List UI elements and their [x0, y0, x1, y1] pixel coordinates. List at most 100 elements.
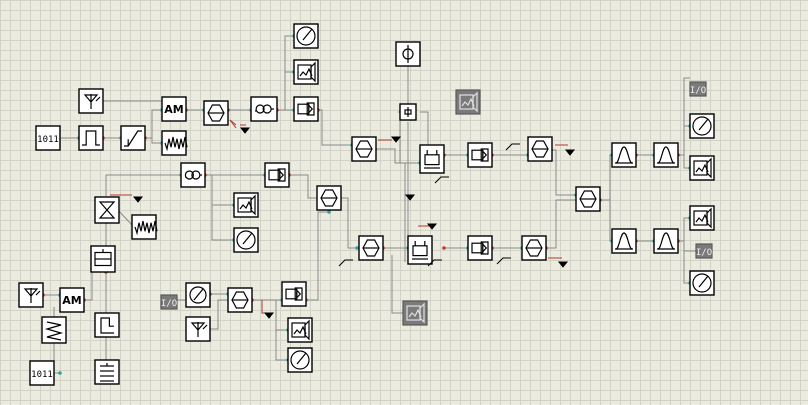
dblchan-block[interactable]	[90, 245, 116, 273]
amplifier-block-5[interactable]	[281, 281, 307, 307]
scope-block-disabled-2[interactable]	[402, 300, 428, 326]
bit-source-block-2-label: 1011	[31, 370, 53, 380]
am-modulator-block-2-label: AM	[62, 294, 81, 307]
ground-5	[557, 261, 569, 268]
term-2	[505, 143, 520, 151]
w38	[341, 197, 357, 249]
w22	[551, 149, 576, 196]
w37	[391, 255, 403, 314]
bit-source-block[interactable]: 1011	[35, 125, 61, 151]
channel-block-2[interactable]	[407, 235, 433, 265]
meter-block-4[interactable]	[233, 227, 259, 253]
filter-block-4[interactable]	[653, 228, 679, 254]
io-block-2[interactable]: I/O	[695, 243, 713, 259]
meter-block-2[interactable]	[689, 113, 715, 139]
channel-block-1[interactable]	[419, 144, 445, 174]
gauge-block-1[interactable]	[250, 96, 278, 122]
hourglass-block[interactable]	[94, 196, 120, 224]
ground-7	[263, 312, 275, 319]
w3	[145, 109, 162, 139]
splitter-block[interactable]	[395, 41, 421, 67]
io-block-3[interactable]: I/O	[160, 294, 178, 310]
mixer-block-7[interactable]	[316, 185, 342, 211]
am-modulator-block-2[interactable]: AM	[59, 287, 85, 313]
amplifier-block-1[interactable]	[293, 96, 319, 122]
bit-source-block-2[interactable]: 1011	[29, 360, 55, 386]
schematic-diagram[interactable]: 1011 AM I/O I/O AM 1011 I/O	[0, 0, 808, 405]
pulse-generator-block[interactable]	[78, 125, 104, 151]
mixer-block-4[interactable]	[575, 186, 601, 212]
antenna-source-block-3[interactable]	[185, 316, 211, 342]
mixer-block-2[interactable]	[351, 136, 377, 162]
mixer-block-3[interactable]	[527, 136, 553, 162]
antenna-source-block-2[interactable]	[18, 282, 44, 308]
bit-source-block-label: 1011	[37, 135, 59, 145]
hook-block[interactable]	[94, 312, 120, 338]
scope-block-5[interactable]	[287, 317, 313, 343]
port-in-36	[327, 210, 331, 214]
mixer-block-8[interactable]	[227, 287, 253, 313]
meter-block-3[interactable]	[689, 270, 715, 296]
stack-block[interactable]	[94, 359, 120, 385]
mixer-block-5[interactable]	[521, 235, 547, 261]
w59	[275, 330, 288, 361]
term-3	[496, 257, 511, 265]
w55	[210, 299, 228, 330]
w40	[205, 174, 234, 206]
term-4	[338, 259, 353, 267]
filter-block-3[interactable]	[611, 228, 637, 254]
am-modulator-block-label: AM	[164, 103, 183, 116]
io-block-1-label: I/O	[690, 86, 706, 96]
spring-block[interactable]	[41, 316, 67, 344]
ground-1	[239, 127, 251, 134]
io-block-2-label: I/O	[696, 248, 712, 258]
w57	[261, 300, 268, 314]
w60	[306, 211, 329, 301]
w35	[546, 199, 576, 249]
crosshair-block[interactable]	[185, 282, 211, 308]
meter-block-5[interactable]	[287, 347, 313, 373]
w39	[289, 174, 318, 199]
noise-block[interactable]	[161, 130, 188, 156]
gauge-block-2[interactable]	[180, 162, 206, 188]
am-modulator-block[interactable]: AM	[161, 96, 187, 122]
port-in-24	[355, 246, 359, 250]
w27	[683, 155, 690, 169]
scope-block-2[interactable]	[689, 155, 715, 181]
port-in-35	[58, 371, 62, 375]
io-block-3-label: I/O	[161, 299, 177, 309]
w31	[683, 241, 690, 284]
scope-block-disabled-1[interactable]	[455, 89, 481, 115]
w13	[375, 148, 420, 164]
diamond-junction[interactable]	[399, 103, 417, 121]
mixer-block-1[interactable]	[203, 100, 229, 126]
filter-block-2[interactable]	[653, 142, 679, 168]
ground-4	[564, 149, 576, 156]
schematic-canvas[interactable]: 1011 AM I/O I/O AM 1011 I/O	[0, 0, 808, 405]
port-out-15	[442, 246, 446, 250]
filter-block-1[interactable]	[611, 142, 637, 168]
amplifier-block-3[interactable]	[467, 235, 493, 261]
w23	[600, 154, 612, 201]
ground-3	[132, 196, 144, 203]
scope-block-4[interactable]	[233, 192, 259, 218]
w26	[678, 125, 690, 156]
w12	[318, 109, 352, 146]
ground-8	[404, 194, 416, 201]
meter-block-1[interactable]	[293, 23, 319, 49]
amplifier-block-4[interactable]	[264, 162, 290, 188]
antenna-source-block[interactable]	[78, 88, 104, 114]
term-1	[434, 176, 449, 184]
w30	[678, 217, 690, 242]
noise-block-2[interactable]	[131, 214, 158, 240]
w46	[117, 209, 133, 226]
scope-block-3[interactable]	[689, 205, 715, 231]
ramp-block[interactable]	[120, 125, 146, 151]
w42	[211, 205, 234, 241]
mixer-block-6[interactable]	[358, 235, 384, 261]
ground-2	[390, 136, 402, 143]
amplifier-block-2[interactable]	[467, 142, 493, 168]
scope-block-1[interactable]	[293, 59, 319, 85]
w32	[683, 241, 696, 252]
io-block-1[interactable]: I/O	[689, 81, 707, 97]
